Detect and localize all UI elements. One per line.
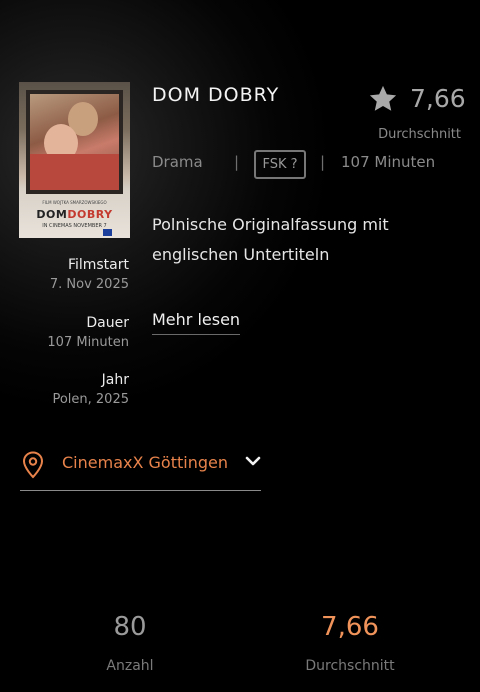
poster-figure-dress [30,154,119,190]
location-pin-icon [22,451,44,479]
jahr-label: Jahr [101,372,129,388]
rating-label: Durchschnitt [378,127,461,142]
movie-title: DOM DOBRY [152,84,280,106]
poster-title-part2: DOBRY [67,208,113,221]
poster-title-part1: DOM [36,208,68,221]
cinema-name: CinemaxX Göttingen [62,453,228,472]
read-more-button[interactable]: Mehr lesen [152,310,241,335]
movie-detail-screen: FILM WOJTKA SMARZOWSKIEGO DOMDOBRY IN CI… [0,0,480,692]
movie-description: Polnische Originalfassung mit englischen… [152,215,389,264]
jahr-block: Jahr Polen, 2025 [52,372,129,407]
average-stat: 7,66 Durchschnitt [290,612,410,674]
eu-flag-icon [103,229,112,236]
dauer-block: Dauer 107 Minuten [47,315,129,350]
count-stat: 80 Anzahl [90,612,170,674]
average-value: 7,66 [321,612,379,642]
rating-value: 7,66 [410,84,466,113]
count-value: 80 [113,612,147,642]
chevron-down-icon [245,456,261,466]
star-icon [369,85,397,111]
separator: | [320,153,326,171]
count-label: Anzahl [106,658,154,674]
filmstart-label: Filmstart [67,257,129,273]
dauer-label: Dauer [86,315,129,331]
jahr-value: Polen, 2025 [52,392,129,407]
filmstart-block: Filmstart 7. Nov 2025 [50,257,129,292]
poster-title: DOMDOBRY [19,208,130,221]
poster-director-line: FILM WOJTKA SMARZOWSKIEGO [42,200,107,205]
average-label: Durchschnitt [305,658,395,674]
cinema-selector[interactable]: CinemaxX Göttingen [20,448,261,491]
genre: Drama [152,153,203,171]
movie-info-row: Drama | FSK ? | 107 Minuten [152,150,462,180]
poster-subtitle: IN CINEMAS NOVEMBER 7 [42,223,107,229]
poster-photo [26,90,123,194]
dauer-value: 107 Minuten [47,335,129,350]
fsk-badge: FSK ? [254,150,306,179]
duration: 107 Minuten [341,153,436,171]
filmstart-value: 7. Nov 2025 [49,277,129,292]
movie-poster[interactable]: FILM WOJTKA SMARZOWSKIEGO DOMDOBRY IN CI… [19,82,130,238]
separator: | [234,153,240,171]
